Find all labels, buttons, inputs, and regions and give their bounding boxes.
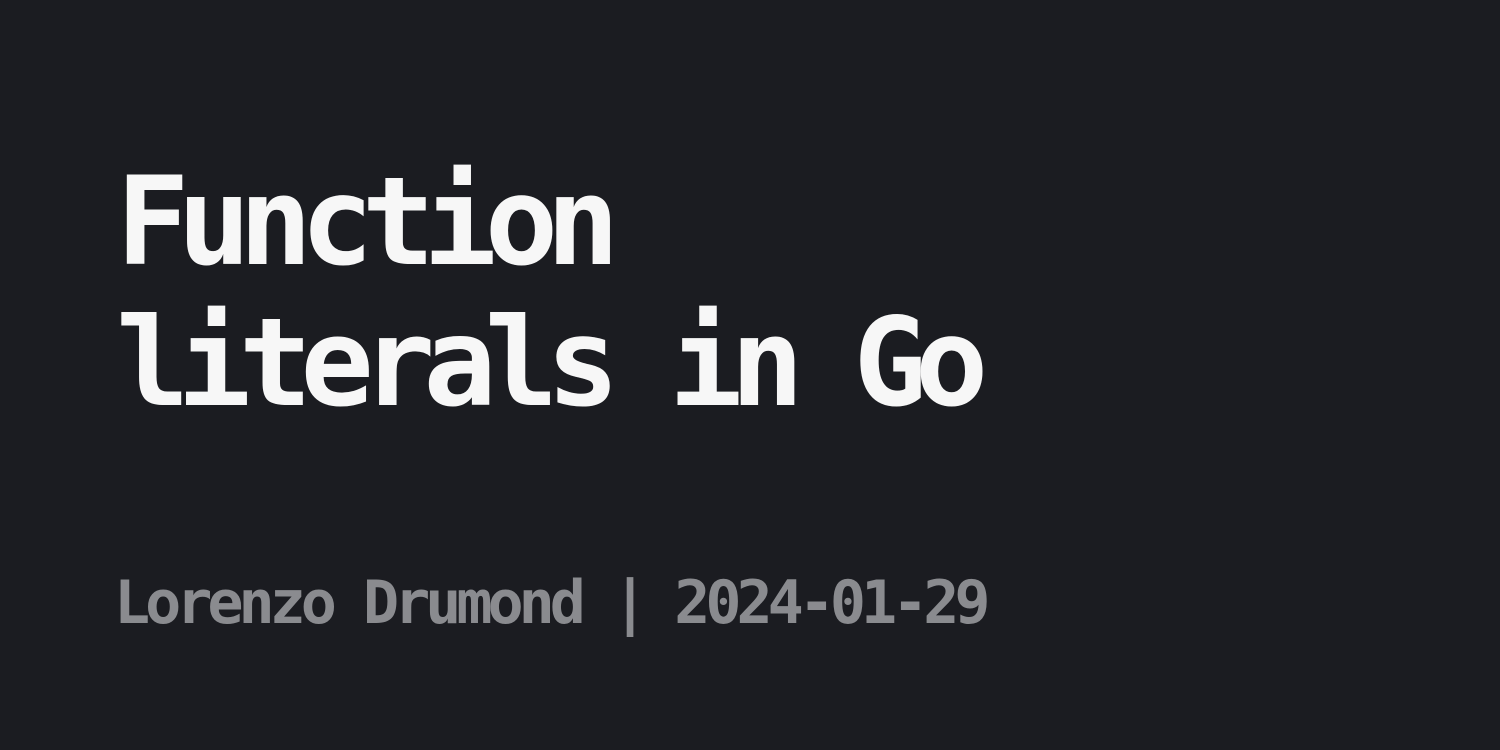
- social-card: Function literals in Go Lorenzo Drumond …: [0, 0, 1500, 750]
- title-line-2: literals in Go: [116, 292, 988, 434]
- page-title: Function literals in Go: [116, 152, 1416, 434]
- author-name: Lorenzo Drumond: [114, 568, 586, 638]
- title-line-1: Function: [116, 151, 620, 293]
- byline-separator: |: [611, 568, 648, 638]
- publish-date: 2024-01-29: [674, 568, 990, 638]
- byline: Lorenzo Drumond | 2024-01-29: [114, 568, 990, 638]
